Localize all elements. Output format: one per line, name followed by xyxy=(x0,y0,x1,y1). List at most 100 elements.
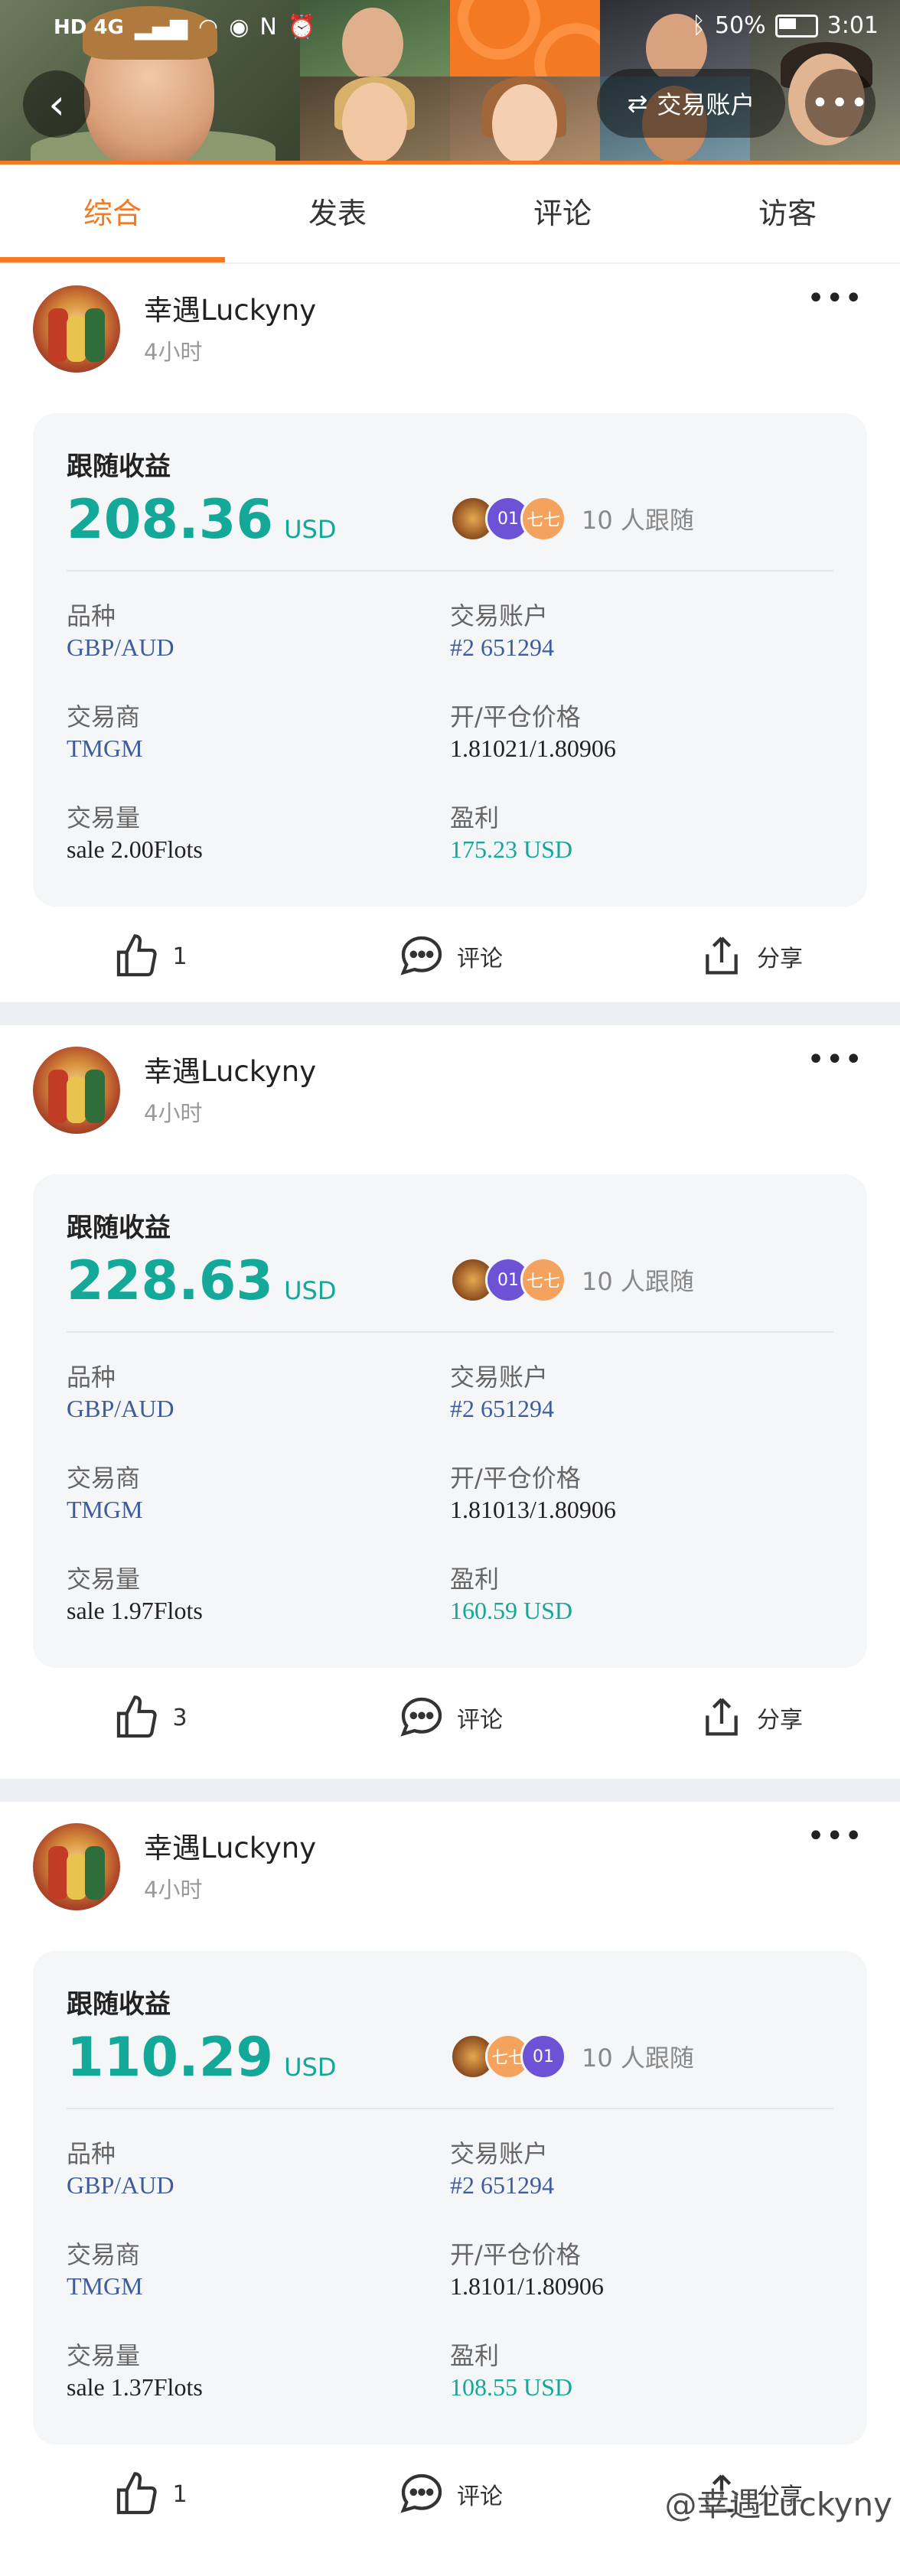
post-time: 4小时 xyxy=(144,1100,203,1126)
post-more-button[interactable]: ••• xyxy=(807,1819,863,1854)
post-more-button[interactable]: ••• xyxy=(807,281,863,316)
post-actions: 3 评论 分享 xyxy=(0,1676,900,1760)
volume-label: 交易量 xyxy=(67,803,141,832)
volume-value: sale 1.37Flots xyxy=(67,2373,203,2401)
avatar[interactable] xyxy=(33,1047,120,1134)
volume-label: 交易量 xyxy=(67,2341,141,2370)
author-name[interactable]: 幸遇Luckyny xyxy=(144,1825,316,1866)
profit-currency: USD xyxy=(284,515,337,544)
share-label: 分享 xyxy=(757,1707,803,1734)
divider xyxy=(67,570,833,572)
followers-count: 10 人跟随 xyxy=(582,1267,694,1296)
comment-label: 评论 xyxy=(457,1707,503,1734)
post-time: 4小时 xyxy=(144,339,203,365)
card-title: 跟随收益 xyxy=(67,1989,171,2020)
share-button[interactable]: 分享 xyxy=(600,1676,900,1760)
card-title: 跟随收益 xyxy=(67,451,171,482)
tab-posts[interactable]: 发表 xyxy=(225,164,450,262)
price-label: 开/平仓价格 xyxy=(450,2240,581,2269)
signal-icon: ▂▄▆ xyxy=(134,14,188,41)
more-options-button[interactable]: ••• xyxy=(805,69,876,138)
broker-value: TMGM xyxy=(67,2272,143,2300)
wifi-icon: ◠ xyxy=(198,14,219,41)
comment-label: 评论 xyxy=(457,2483,503,2510)
follower-avatar: 七七 xyxy=(520,1257,566,1303)
profile-banner: HD 4G ▂▄▆ ◠ ◉ N ⏰ ᛒ 50% 3:01 ‹ ⇄ 交易账户 ••… xyxy=(0,0,900,164)
comment-icon xyxy=(400,2473,442,2513)
product-label: 品种 xyxy=(67,2139,116,2168)
price-value: 1.81013/1.80906 xyxy=(450,1496,616,1523)
account-value: #2 651294 xyxy=(450,2171,554,2199)
profit-value: 110.29 xyxy=(67,2026,274,2089)
product-value: GBP/AUD xyxy=(67,633,174,661)
broker-value: TMGM xyxy=(67,734,143,762)
like-button[interactable]: 3 xyxy=(0,1676,300,1760)
product-value: GBP/AUD xyxy=(67,2171,174,2199)
profile-tabs: 综合 发表 评论 访客 xyxy=(0,164,900,264)
comment-icon xyxy=(400,1697,442,1737)
followers[interactable]: 01 七七 10 人跟随 xyxy=(450,1257,694,1303)
comment-icon xyxy=(400,936,442,975)
share-label: 分享 xyxy=(757,946,803,972)
account-label: 交易账户 xyxy=(450,601,549,630)
status-right: ᛒ 50% 3:01 xyxy=(692,12,879,39)
battery-icon xyxy=(774,14,818,37)
like-count: 3 xyxy=(172,1704,188,1731)
profit-field-value: 175.23 USD xyxy=(450,835,573,863)
feed-post: 幸遇Luckyny 4小时 ••• 跟随收益 228.63 USD 01 七七 1… xyxy=(0,1025,900,1779)
volume-value: sale 1.97Flots xyxy=(67,1597,203,1624)
swap-icon: ⇄ xyxy=(627,89,648,118)
post-more-button[interactable]: ••• xyxy=(807,1042,863,1077)
comment-button[interactable]: 评论 xyxy=(300,914,600,998)
tab-overview[interactable]: 综合 xyxy=(0,164,225,262)
share-button[interactable]: 分享 xyxy=(600,914,900,998)
profit-label: 盈利 xyxy=(450,1565,500,1594)
followers[interactable]: 七七 01 10 人跟随 xyxy=(450,2034,694,2079)
back-button[interactable]: ‹ xyxy=(23,70,90,138)
status-bar: HD 4G ▂▄▆ ◠ ◉ N ⏰ ᛒ 50% 3:01 xyxy=(0,0,900,54)
price-value: 1.81021/1.80906 xyxy=(450,734,616,762)
thumbs-up-icon xyxy=(117,1695,158,1738)
alarm-icon: ⏰ xyxy=(287,14,317,41)
broker-value: TMGM xyxy=(67,1496,143,1523)
comment-button[interactable]: 评论 xyxy=(300,2452,600,2536)
profit-field-value: 108.55 USD xyxy=(450,2373,573,2401)
product-value: GBP/AUD xyxy=(67,1395,174,1422)
profit-label: 盈利 xyxy=(450,803,500,832)
avatar[interactable] xyxy=(33,285,120,373)
comment-button[interactable]: 评论 xyxy=(300,1676,600,1760)
share-icon xyxy=(706,1698,738,1736)
watermark: @幸遇Luckyny xyxy=(664,2486,892,2523)
divider xyxy=(67,2108,833,2109)
product-label: 品种 xyxy=(67,601,116,630)
account-label: 交易账户 xyxy=(450,2139,549,2168)
author-name[interactable]: 幸遇Luckyny xyxy=(144,1048,316,1089)
price-value: 1.8101/1.80906 xyxy=(450,2272,604,2300)
follow-profit-card[interactable]: 跟随收益 208.36 USD 01 七七 10 人跟随 品种 GBP/AUD 交… xyxy=(33,413,867,907)
profit-amount: 208.36 USD xyxy=(67,488,337,551)
profit-amount: 228.63 USD xyxy=(67,1249,337,1312)
profit-label: 盈利 xyxy=(450,2341,500,2370)
nfc-icon: N xyxy=(259,14,277,41)
tab-comments[interactable]: 评论 xyxy=(450,164,675,262)
profit-field-value: 160.59 USD xyxy=(450,1597,573,1624)
profit-amount: 110.29 USD xyxy=(67,2026,337,2089)
author-name[interactable]: 幸遇Luckyny xyxy=(144,287,316,328)
follow-profit-card[interactable]: 跟随收益 228.63 USD 01 七七 10 人跟随 品种 GBP/AUD 交… xyxy=(33,1174,867,1668)
eye-icon: ◉ xyxy=(229,14,249,41)
trading-account-button[interactable]: ⇄ 交易账户 xyxy=(597,69,785,138)
divider xyxy=(67,1331,833,1333)
comment-label: 评论 xyxy=(457,946,503,972)
profit-currency: USD xyxy=(284,1276,337,1305)
like-button[interactable]: 1 xyxy=(0,914,300,998)
tab-visitors[interactable]: 访客 xyxy=(675,164,900,262)
card-title: 跟随收益 xyxy=(67,1213,171,1243)
followers[interactable]: 01 七七 10 人跟随 xyxy=(450,496,694,542)
follow-profit-card[interactable]: 跟随收益 110.29 USD 七七 01 10 人跟随 品种 GBP/AUD 交… xyxy=(33,1951,867,2444)
bluetooth-icon: ᛒ xyxy=(691,12,706,39)
like-button[interactable]: 1 xyxy=(0,2452,300,2536)
thumbs-up-icon xyxy=(117,934,158,977)
banner-photo xyxy=(450,77,600,164)
followers-count: 10 人跟随 xyxy=(582,506,694,535)
avatar[interactable] xyxy=(33,1823,120,1910)
